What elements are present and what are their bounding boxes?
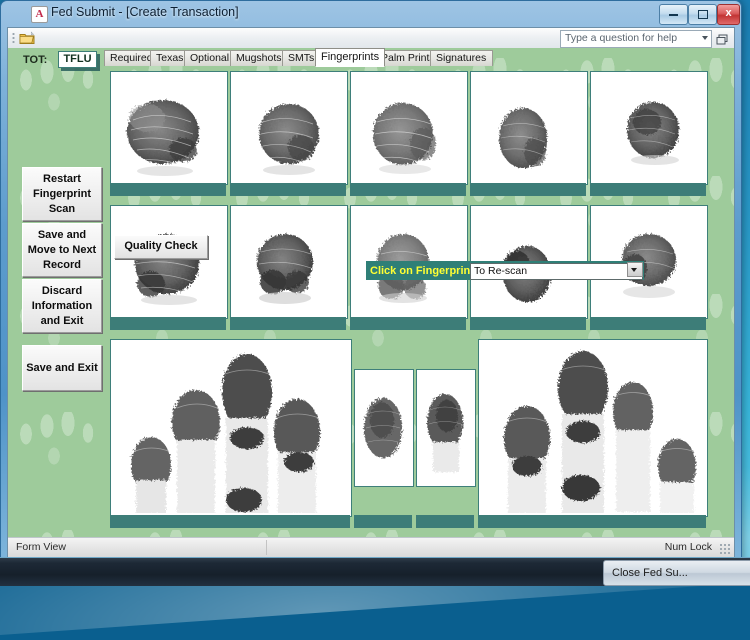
- slap-footer-left-thumb: [354, 515, 412, 528]
- rescan-action-select[interactable]: To Re-scan: [470, 263, 643, 280]
- open-folder-icon[interactable]: [19, 31, 35, 45]
- status-divider: [266, 540, 267, 555]
- fingerprint-footer-right-middle: [350, 183, 466, 196]
- restart-fingerprint-scan-button[interactable]: Restart Fingerprint Scan: [22, 167, 102, 221]
- fingerprint-footer-right-ring: [470, 183, 586, 196]
- status-view-mode: Form View: [16, 541, 66, 553]
- left-action-pane: TOT: TFLU Restart Fingerprint Scan Save …: [8, 48, 102, 538]
- access-a-icon: A: [31, 6, 48, 23]
- title-bar[interactable]: A Fed Submit - [Create Transaction] x: [1, 1, 741, 27]
- help-search-input[interactable]: Type a question for help: [560, 30, 712, 48]
- window-client-area: Type a question for help TOT: TFLU Resta…: [7, 27, 735, 558]
- fingerprint-footer-left-middle: [350, 317, 466, 330]
- slap-footer-right-thumb: [416, 515, 474, 528]
- minimize-button[interactable]: [659, 4, 688, 25]
- fingerprint-panel-left-index[interactable]: [230, 205, 348, 319]
- taskbar: Close Fed Su...: [0, 557, 750, 586]
- toolbar: Type a question for help: [8, 28, 734, 49]
- slap-panel-left-four-finger[interactable]: [110, 339, 352, 517]
- fingerprint-footer-right-little: [590, 183, 706, 196]
- click-on-fingerprints-bar: Click on Fingerprints: To Re-scan: [366, 261, 644, 280]
- window-title: Fed Submit - [Create Transaction]: [51, 5, 239, 19]
- tab-signatures[interactable]: Signatures: [430, 50, 493, 66]
- save-and-move-to-next-record-button[interactable]: Save and Move to Next Record: [22, 223, 102, 277]
- tot-value-field[interactable]: TFLU: [58, 51, 97, 68]
- fingerprint-footer-left-ring: [470, 317, 586, 330]
- slap-panel-right-four-finger[interactable]: [478, 339, 708, 517]
- sidebar-button-label: Save and Exit: [26, 361, 98, 376]
- fingerprint-footer-left-thumb: [110, 317, 226, 330]
- toolbar-grip[interactable]: [12, 32, 15, 45]
- save-and-exit-button[interactable]: Save and Exit: [22, 345, 102, 391]
- fingerprints-form: TOT: TFLU Restart Fingerprint Scan Save …: [8, 48, 734, 538]
- fingerprint-footer-right-index: [230, 183, 346, 196]
- slap-footer-right-four-finger: [478, 515, 706, 528]
- discard-information-and-exit-button[interactable]: Discard Information and Exit: [22, 279, 102, 333]
- tot-label: TOT:: [23, 54, 47, 66]
- fingerprint-panel-right-index[interactable]: [230, 71, 348, 185]
- application-window: A Fed Submit - [Create Transaction] x Ty…: [0, 0, 742, 565]
- sidebar-button-label: Restart Fingerprint Scan: [23, 172, 101, 217]
- taskbar-button-close-fed-submit[interactable]: Close Fed Su...: [603, 560, 750, 586]
- fingerprint-footer-left-index: [230, 317, 346, 330]
- sidebar-button-label: Save and Move to Next Record: [23, 228, 101, 273]
- fingerprint-panel-right-middle[interactable]: [350, 71, 468, 185]
- slap-panel-right-thumb[interactable]: [416, 369, 476, 487]
- resize-grip-icon[interactable]: [719, 543, 731, 555]
- slap-panel-left-thumb[interactable]: [354, 369, 414, 487]
- fingerprint-grid: Quality Check Click on Fingerprints: To …: [104, 65, 728, 538]
- tab-fingerprints[interactable]: Fingerprints: [315, 48, 385, 67]
- fingerprint-footer-right-thumb: [110, 183, 226, 196]
- quality-check-button[interactable]: Quality Check: [114, 235, 208, 259]
- restore-window-icon[interactable]: [716, 32, 728, 43]
- fingerprint-panel-left-thumb[interactable]: [110, 205, 228, 319]
- close-button[interactable]: x: [717, 4, 740, 25]
- maximize-button[interactable]: [688, 4, 717, 25]
- tab-strip: Required Texas Optional Mugshots SMTs Fi…: [104, 48, 728, 65]
- fingerprint-panel-right-ring[interactable]: [470, 71, 588, 185]
- chevron-down-icon[interactable]: [627, 262, 643, 277]
- status-bar: Form View Num Lock: [8, 537, 734, 557]
- status-num-lock: Num Lock: [665, 541, 712, 553]
- fingerprint-footer-left-little: [590, 317, 706, 330]
- fingerprint-panel-right-thumb[interactable]: [110, 71, 228, 185]
- chevron-down-icon[interactable]: [702, 36, 708, 40]
- slap-footer-left-four-finger: [110, 515, 350, 528]
- sidebar-button-label: Discard Information and Exit: [23, 284, 101, 329]
- fingerprint-panel-right-little[interactable]: [590, 71, 708, 185]
